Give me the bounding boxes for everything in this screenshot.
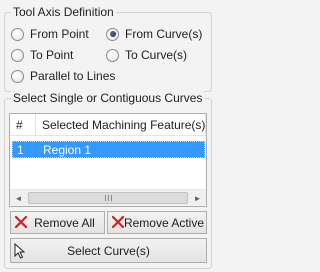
- radio-checked-icon: [106, 27, 119, 41]
- remove-active-button[interactable]: Remove Active: [107, 211, 207, 234]
- radio-to-point[interactable]: To Point: [11, 48, 73, 62]
- radio-circle-icon: [11, 69, 24, 83]
- scrollbar-thumb[interactable]: [28, 192, 188, 204]
- select-curves-group: Select Single or Contiguous Curves # Sel…: [4, 91, 212, 269]
- list-item[interactable]: 1 Region 1: [12, 141, 205, 158]
- scroll-right-icon[interactable]: ►: [189, 190, 206, 206]
- machining-features-list[interactable]: # Selected Machining Feature(s) 1 Region…: [9, 113, 207, 207]
- radio-circle-icon: [11, 48, 24, 62]
- radio-circle-icon: [106, 48, 119, 62]
- list-header: # Selected Machining Feature(s): [10, 114, 206, 136]
- radio-parallel-to-lines[interactable]: Parallel to Lines: [11, 69, 115, 83]
- select-curves-title: Select Single or Contiguous Curves: [11, 91, 205, 105]
- select-curves-button[interactable]: Select Curve(s): [10, 238, 207, 263]
- radio-from-point[interactable]: From Point: [11, 27, 89, 41]
- radio-from-curves-label: From Curve(s): [125, 27, 203, 41]
- remove-all-button[interactable]: Remove All: [10, 211, 105, 234]
- red-x-icon: [14, 215, 28, 229]
- cursor-arrow-icon: [14, 243, 26, 259]
- select-curves-label: Select Curve(s): [67, 243, 150, 258]
- radio-from-curves[interactable]: From Curve(s): [106, 27, 202, 41]
- radio-from-point-label: From Point: [30, 27, 89, 41]
- horizontal-scrollbar[interactable]: ◄ ►: [10, 189, 206, 206]
- row-number: 1: [17, 142, 24, 157]
- column-header-feature[interactable]: Selected Machining Feature(s): [36, 114, 206, 135]
- radio-parallel-to-lines-label: Parallel to Lines: [30, 69, 116, 83]
- red-x-icon: [111, 215, 125, 229]
- tool-axis-definition-title: Tool Axis Definition: [11, 5, 116, 19]
- row-feature: Region 1: [43, 142, 92, 157]
- remove-all-label: Remove All: [34, 215, 95, 230]
- radio-to-curves[interactable]: To Curve(s): [106, 48, 187, 62]
- radio-to-point-label: To Point: [30, 48, 74, 62]
- scroll-left-icon[interactable]: ◄: [10, 190, 27, 206]
- grip-icon: [104, 195, 112, 201]
- tool-axis-definition-group: Tool Axis Definition From Point From Cur…: [4, 5, 212, 92]
- radio-circle-icon: [11, 27, 24, 41]
- column-header-number[interactable]: #: [10, 114, 36, 135]
- radio-to-curves-label: To Curve(s): [125, 48, 188, 62]
